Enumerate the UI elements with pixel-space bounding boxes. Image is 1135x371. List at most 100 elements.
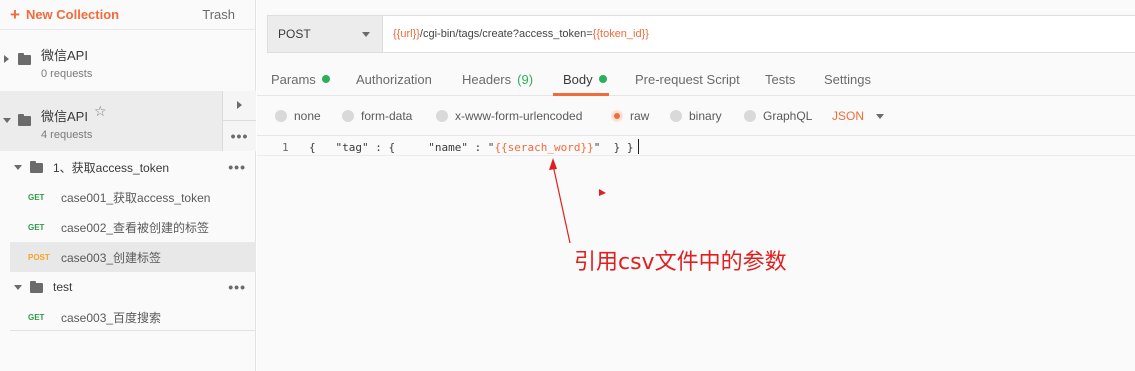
url-input[interactable]: {{url}} /cgi-bin/tags/create?access_toke… — [383, 16, 1135, 52]
collection-request-count: 0 requests — [41, 68, 93, 80]
tab-headers[interactable]: Headers (9) — [462, 62, 533, 96]
format-select[interactable]: JSON — [832, 109, 885, 123]
radio-graphql[interactable]: GraphQL — [744, 109, 812, 123]
request-name: case003_创建标签 — [61, 250, 162, 265]
collection-request-count: 4 requests — [41, 129, 93, 141]
code-segment: " } } — [593, 141, 634, 154]
caret-right-icon — [237, 101, 242, 109]
method-badge: POST — [28, 252, 50, 262]
option-label: form-data — [361, 109, 413, 123]
tab-label: Headers — [462, 71, 512, 87]
chevron-down-icon — [876, 113, 885, 119]
radio-icon — [670, 110, 682, 122]
more-icon: ••• — [230, 127, 249, 144]
active-tab-indicator — [553, 93, 609, 96]
caret-down-icon — [14, 285, 22, 290]
radio-icon — [275, 110, 287, 122]
divider — [10, 330, 256, 331]
option-label: x-www-form-urlencoded — [455, 109, 583, 123]
option-label: none — [294, 109, 321, 123]
request-name: case003_百度搜索 — [61, 310, 162, 325]
collection-name: 微信API — [41, 109, 88, 124]
caret-down-icon — [14, 165, 22, 170]
folder-icon — [18, 114, 31, 126]
folder-icon — [30, 281, 43, 293]
line-number: 1 — [282, 141, 289, 154]
tab-body[interactable]: Body — [563, 62, 607, 96]
collection-item-selected[interactable]: 微信API ☆ 4 requests — [0, 91, 222, 151]
folder-icon — [30, 161, 43, 173]
request-item-active[interactable]: POST case003_创建标签 — [10, 242, 256, 272]
radio-icon — [436, 110, 448, 122]
radio-raw[interactable]: raw — [611, 109, 649, 123]
url-variable: {{token_id}} — [592, 28, 649, 40]
headers-count: (9) — [517, 71, 534, 87]
request-name: case001_获取access_token — [61, 190, 211, 205]
radio-form-data[interactable]: form-data — [342, 109, 412, 123]
tab-label: Tests — [765, 71, 796, 87]
url-path: /cgi-bin/tags/create?access_token= — [419, 28, 593, 40]
status-dot-icon — [321, 75, 330, 83]
status-dot-icon — [598, 75, 607, 83]
radio-binary[interactable]: binary — [670, 109, 722, 123]
url-bar: POST {{url}} /cgi-bin/tags/create?access… — [267, 15, 1135, 53]
folder-item[interactable]: test ••• — [10, 272, 256, 302]
trash-tab[interactable]: Trash — [202, 7, 235, 22]
tab-label: Settings — [824, 71, 871, 87]
new-collection-button[interactable]: + New Collection — [10, 6, 119, 23]
radio-selected-icon — [611, 110, 623, 122]
method-badge: GET — [28, 192, 45, 202]
tab-settings[interactable]: Settings — [824, 62, 871, 96]
caret-right-icon[interactable] — [4, 55, 9, 63]
tab-label: Authorization — [356, 71, 432, 87]
tab-params[interactable]: Params — [271, 62, 330, 96]
request-item[interactable]: GET case003_百度搜索 — [10, 302, 256, 332]
method-badge: GET — [28, 312, 45, 322]
tab-label: Body — [563, 71, 593, 87]
folder-more-button[interactable]: ••• — [228, 280, 246, 294]
format-value: JSON — [832, 109, 865, 123]
caret-down-icon[interactable] — [3, 118, 11, 123]
url-variable: {{url}} — [393, 28, 420, 40]
folder-name: 1、获取access_token — [53, 160, 170, 175]
collection-name: 微信API — [41, 48, 88, 63]
code-text[interactable]: { "tag" : { "name" : "{{serach_word}}" }… — [309, 141, 634, 154]
body-type-options: none form-data x-www-form-urlencoded raw… — [257, 98, 1135, 136]
radio-urlencoded[interactable]: x-www-form-urlencoded — [436, 109, 582, 123]
annotation-text: 引用csv文件中的参数 — [574, 250, 787, 275]
tab-prerequest-script[interactable]: Pre-request Script — [635, 62, 740, 96]
method-value: POST — [278, 27, 311, 41]
method-select[interactable]: POST — [268, 16, 383, 52]
request-pane: POST {{url}} /cgi-bin/tags/create?access… — [257, 0, 1135, 371]
option-label: binary — [689, 109, 722, 123]
folder-name: test — [53, 280, 73, 294]
collection-actions: ••• — [222, 91, 256, 151]
folder-more-button[interactable]: ••• — [228, 160, 246, 174]
plus-icon: + — [10, 5, 20, 24]
code-line[interactable]: 1 { "tag" : { "name" : "{{serach_word}}"… — [257, 139, 1135, 156]
tab-label: Pre-request Script — [635, 71, 740, 87]
sidebar-toolbar: + New Collection Trash — [0, 0, 255, 30]
chevron-down-icon — [362, 31, 370, 37]
tab-authorization[interactable]: Authorization — [356, 62, 432, 96]
folder-item[interactable]: 1、获取access_token ••• — [10, 152, 256, 182]
request-item[interactable]: GET case001_获取access_token — [10, 182, 256, 212]
option-label: raw — [630, 109, 650, 123]
new-collection-label: New Collection — [25, 7, 120, 22]
code-variable: {{serach_word}} — [494, 141, 594, 154]
radio-none[interactable]: none — [275, 109, 321, 123]
text-cursor — [638, 139, 639, 154]
method-badge: GET — [28, 222, 45, 232]
collection-item[interactable]: 微信API 0 requests — [0, 30, 256, 90]
star-icon[interactable]: ☆ — [94, 103, 107, 120]
request-item[interactable]: GET case002_查看被创建的标签 — [10, 212, 256, 242]
sidebar: + New Collection Trash 微信API 0 requests … — [0, 0, 256, 371]
radio-icon — [342, 110, 354, 122]
tab-tests[interactable]: Tests — [765, 62, 795, 96]
code-segment: { "tag" : { "name" : " — [309, 141, 495, 154]
expand-collection-button[interactable] — [223, 91, 256, 121]
radio-icon — [744, 110, 756, 122]
collection-more-button[interactable]: ••• — [223, 121, 256, 150]
option-label: GraphQL — [763, 109, 813, 123]
tab-label: Params — [271, 71, 316, 87]
